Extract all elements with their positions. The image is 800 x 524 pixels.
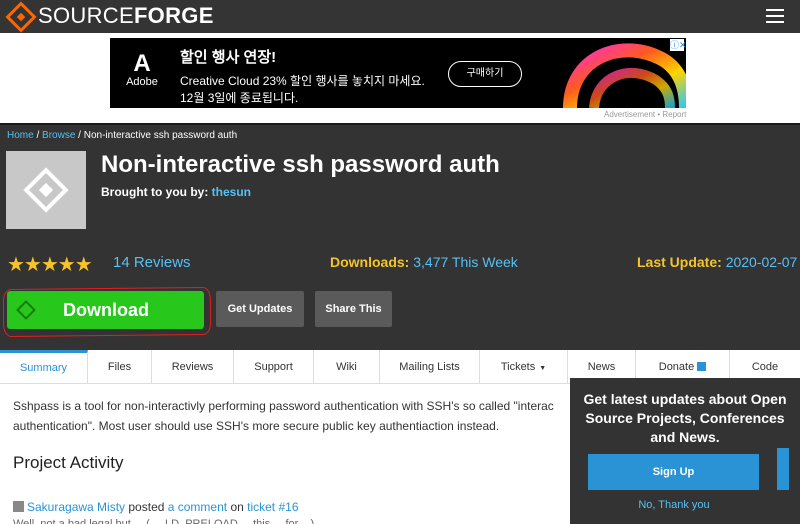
- ad-buy-button[interactable]: 구매하기: [448, 61, 522, 87]
- sourceforge-diamond-icon: [5, 1, 37, 33]
- get-updates-button[interactable]: Get Updates: [216, 291, 304, 327]
- project-description: Sshpass is a tool for non-interactivly p…: [13, 399, 554, 433]
- adobe-brand-text: Adobe: [126, 76, 158, 88]
- project-logo-icon: [6, 151, 86, 229]
- ad-line-1: Creative Cloud 23% 할인 행사를 놓치지 마세요.: [180, 74, 425, 88]
- activity-excerpt: Well, not a bad legal but ... ( ... LD_P…: [13, 518, 315, 524]
- breadcrumb: Home / Browse / Non-interactive ssh pass…: [7, 130, 238, 141]
- share-this-button[interactable]: Share This: [315, 291, 392, 327]
- ad-close-icon[interactable]: ⓘ✕: [670, 39, 687, 51]
- user-avatar-icon: [13, 501, 24, 512]
- rating-stars-icon: ★★★★★: [7, 254, 93, 276]
- breadcrumb-browse-link[interactable]: Browse: [42, 130, 75, 141]
- ad-title: 할인 행사 연장!: [180, 49, 277, 66]
- red-annotation-circle: [2, 286, 212, 338]
- adobe-ad-banner[interactable]: A Adobe 할인 행사 연장! Creative Cloud 23% 할인 …: [110, 38, 687, 108]
- sourceforge-logo[interactable]: SOURCEFORGE: [5, 1, 214, 33]
- downloads-stat: Downloads: 3,477 This Week: [330, 254, 518, 270]
- activity-comment-link[interactable]: a comment: [168, 500, 227, 514]
- tab-reviews[interactable]: Reviews: [152, 350, 234, 384]
- tab-mailing-lists[interactable]: Mailing Lists: [380, 350, 480, 384]
- breadcrumb-current: Non-interactive ssh password auth: [83, 130, 238, 141]
- reviews-link[interactable]: 14 Reviews: [113, 254, 191, 271]
- last-update-stat: Last Update: 2020-02-07: [637, 254, 798, 270]
- external-link-icon: [697, 362, 707, 371]
- tab-wiki[interactable]: Wiki: [314, 350, 380, 384]
- author-link[interactable]: thesun: [212, 185, 251, 199]
- project-header: Home / Browse / Non-interactive ssh pass…: [0, 123, 800, 350]
- creative-cloud-art-icon: [550, 38, 686, 108]
- logo-text-bold: FORGE: [133, 3, 214, 28]
- activity-user-link[interactable]: Sakuragawa Misty: [27, 500, 125, 514]
- project-activity-heading: Project Activity: [13, 453, 124, 472]
- tab-files[interactable]: Files: [88, 350, 152, 384]
- tab-summary[interactable]: Summary: [0, 350, 88, 384]
- adobe-logo: A Adobe: [122, 50, 162, 89]
- top-bar: SOURCEFORGE: [0, 0, 800, 33]
- newsletter-popup: Get latest updates about Open Source Pro…: [570, 378, 800, 524]
- chevron-down-icon: ▼: [539, 365, 547, 372]
- tab-support[interactable]: Support: [234, 350, 314, 384]
- popup-message: Get latest updates about Open Source Pro…: [583, 391, 787, 445]
- sign-up-button[interactable]: Sign Up: [588, 454, 759, 490]
- no-thank-you-link[interactable]: No, Thank you: [570, 499, 778, 511]
- adobe-a-icon: A: [133, 50, 151, 77]
- tab-tickets[interactable]: Tickets ▼: [480, 350, 568, 384]
- breadcrumb-home-link[interactable]: Home: [7, 130, 34, 141]
- project-title: Non-interactive ssh password auth: [101, 151, 500, 178]
- hamburger-menu-icon[interactable]: [766, 9, 784, 23]
- activity-entry: Sakuragawa Misty posted a comment on tic…: [13, 500, 299, 514]
- ad-line-2: 12월 3일에 종료됩니다.: [180, 91, 299, 105]
- advertisement-area: A Adobe 할인 행사 연장! Creative Cloud 23% 할인 …: [0, 33, 800, 123]
- brought-to-you-by: Brought to you by: thesun: [101, 185, 252, 199]
- downloads-value[interactable]: 3,477 This Week: [413, 254, 518, 270]
- ad-report-note[interactable]: Advertisement • Report: [604, 110, 686, 119]
- popup-edge-accent: [777, 448, 789, 490]
- logo-text-light: SOURCE: [38, 3, 134, 28]
- last-update-value: 2020-02-07: [725, 254, 798, 270]
- activity-ticket-link[interactable]: ticket #16: [247, 500, 298, 514]
